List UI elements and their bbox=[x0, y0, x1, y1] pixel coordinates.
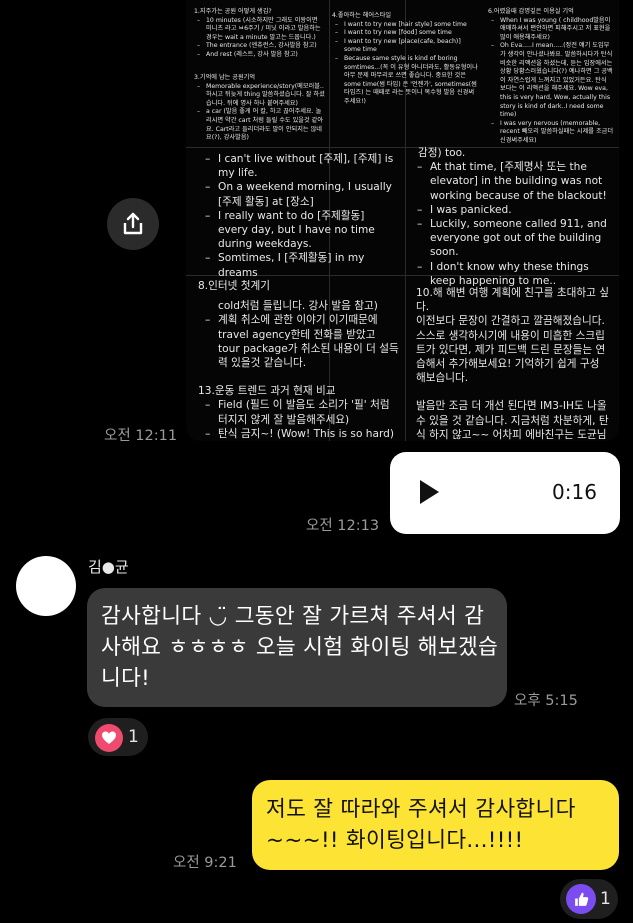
note-item: I want to try new [food] some time bbox=[335, 29, 478, 38]
note-item: I really want to do [주제활동] every day, bu… bbox=[205, 209, 396, 252]
note-item: On a weekend morning, I usually [주제 활동] … bbox=[205, 180, 396, 208]
shared-image[interactable]: 1.지주가는 공원 어떻게 생김? 10 minutes (시소하지만 그래도 … bbox=[186, 0, 619, 441]
note-item: 계획 취소에 관한 이야기 이기때문에 travel agency한테 전화를 … bbox=[205, 313, 400, 370]
note-text: 감정) too. bbox=[418, 147, 466, 159]
note-item: I want to try new [hair style] some time bbox=[335, 21, 478, 30]
note-item: The entrance (엔츄런스, 강사발음 참고) bbox=[197, 42, 324, 51]
note-item: And rest (레스트, 강사 발음 참고) bbox=[197, 51, 324, 60]
reaction-count: 1 bbox=[600, 889, 611, 909]
note-cell: 4.좋아하는 헤어스타일 I want to try new [hair sty… bbox=[332, 12, 478, 107]
message-timestamp: 오전 12:13 bbox=[306, 518, 380, 534]
note-item: 탄식 금지~! (Wow! This is so hard) bbox=[205, 427, 400, 441]
note-cell: 8.인터넷 첫계기 cold처럼 들립니다. 강사 발음 참고) 계획 취소에 … bbox=[198, 279, 400, 441]
note-item: I want to try new [place(cafe, beach)] s… bbox=[335, 38, 478, 55]
note-item: Memorable experience/story(메모러블.. 하시고 뒤늦… bbox=[197, 83, 326, 109]
note-item: Luckily, someone called 911, and everyon… bbox=[417, 217, 612, 260]
note-cell: 10.해 해변 여행 계획에 친구를 초대하고 싶다. 이전보다 문장이 간결하… bbox=[416, 286, 612, 441]
thumbs-up-icon bbox=[566, 884, 596, 914]
note-cell: 감정) too. At that time, [주제명사 또는 the elev… bbox=[417, 146, 612, 288]
outgoing-message-text: 저도 잘 따라와 주셔서 감사합니다~~~!! 화이팅입니다...!!!! bbox=[266, 797, 576, 853]
share-icon bbox=[123, 212, 143, 235]
sender-name: 김●균 bbox=[88, 558, 129, 576]
message-timestamp: 오전 9:21 bbox=[173, 855, 237, 871]
note-item: I don't know why these things keep happe… bbox=[417, 260, 612, 288]
note-item: 10 minutes (시소하지만 그래도 이왕이면 미니츠 라고 ㅂ6주기 /… bbox=[197, 17, 324, 43]
note-heading: 13.운동 트렌드 과거 현재 비교 bbox=[198, 385, 336, 398]
note-item: I was very nervous (memorable, recent 빼오… bbox=[491, 120, 614, 146]
note-cell: 1.지주가는 공원 어떻게 생김? 10 minutes (시소하지만 그래도 … bbox=[194, 8, 324, 60]
video-duration: 0:16 bbox=[552, 480, 597, 504]
note-cell: 6.어렸을때 감명깊은 이용실 기억 When I was young ( ch… bbox=[488, 8, 614, 146]
note-heading: 6.어렸을때 감명깊은 이용실 기억 bbox=[488, 8, 574, 15]
note-item: When I was young ( childhood발음이 애매하셔서 편안… bbox=[491, 17, 614, 43]
note-text: cold처럼 들립니다. 강사 발음 참고) bbox=[218, 300, 378, 313]
incoming-message-text: 감사합니다 ◡̈ 그동안 잘 가르쳐 주셔서 감사해요 ㅎㅎㅎㅎ 오늘 시험 화… bbox=[101, 604, 499, 691]
note-item: I can't live without [주제], [주제] is my li… bbox=[205, 152, 396, 180]
note-item: Field (필드 이 발음도 소리가 '필' 처럼 터지지 않게 잘 발음해주… bbox=[205, 398, 400, 426]
note-heading: 1.지주가는 공원 어떻게 생김? bbox=[194, 8, 272, 15]
heart-icon bbox=[95, 724, 123, 752]
note-heading: 4.좋아하는 헤어스타일 bbox=[332, 12, 392, 19]
note-item: At that time, [주제명사 또는 the elevator] in … bbox=[417, 160, 612, 203]
note-item: Oh Eva.....I mean.....(정전 얘기 도입부가 생각이 안나… bbox=[491, 42, 614, 119]
play-icon[interactable] bbox=[420, 480, 439, 504]
message-timestamp: 오후 5:15 bbox=[514, 693, 578, 709]
note-text: 발음만 조금 더 개선 된다면 IM3-IH도 나올 수 있을 것 같습니다. … bbox=[416, 400, 609, 441]
reaction-count: 1 bbox=[128, 727, 139, 747]
note-heading: 8.인터넷 첫계기 bbox=[198, 280, 270, 292]
message-timestamp: 오전 12:11 bbox=[104, 428, 178, 444]
note-item: Somtimes, I [주제활동] in my dreams bbox=[205, 251, 396, 279]
note-heading: 3.기억에 남는 공원기억 bbox=[194, 74, 256, 81]
note-cell: I can't live without [주제], [주제] is my li… bbox=[205, 152, 396, 280]
note-heading: 10.해 해변 여행 계획에 친구를 초대하고 싶다. bbox=[416, 287, 609, 314]
avatar[interactable] bbox=[16, 556, 76, 616]
note-item: I was panicked. bbox=[417, 203, 612, 217]
note-item: a car (발음 좋게 어 칼, 하고 끊어주세요. 놀리시면 약간 cart… bbox=[197, 108, 326, 142]
share-button[interactable] bbox=[107, 198, 159, 250]
note-cell: 3.기억에 남는 공원기억 Memorable experience/story… bbox=[194, 74, 326, 143]
note-item: Because same style is kind of boring som… bbox=[335, 55, 478, 107]
note-text: 이전보다 문장이 간결하고 깔끔해졌습니다. 스스로 생각하시기에 내용이 미흡… bbox=[416, 315, 606, 385]
